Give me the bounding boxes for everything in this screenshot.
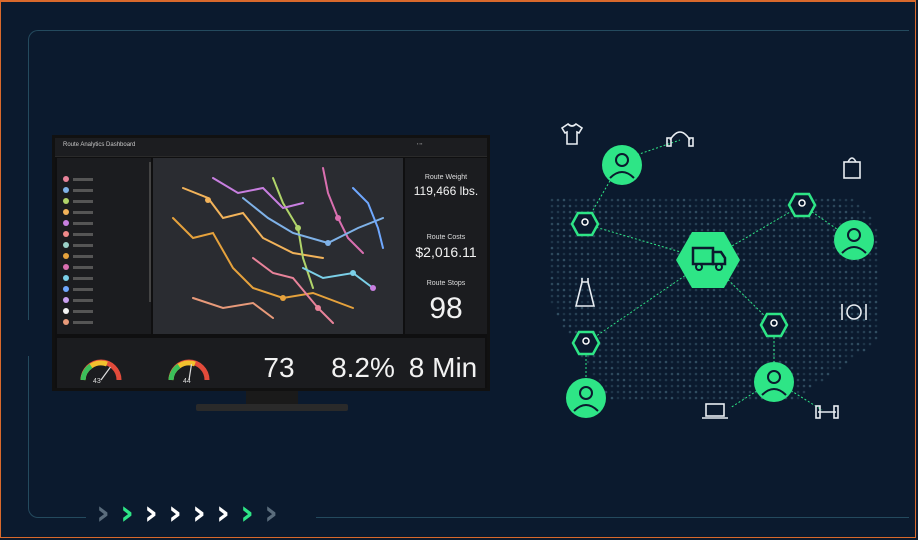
user-icon [566, 378, 606, 418]
dashboard-title: Route Analytics Dashboard [63, 142, 136, 148]
location-pin-icon [571, 330, 601, 356]
monitor: Route Analytics Dashboard ▪ ▪▪ Route Wei… [52, 135, 490, 391]
gauge-1-value: 43 [93, 378, 101, 385]
user-icon [602, 145, 642, 185]
legend-item[interactable] [63, 176, 103, 182]
legend-swatch [63, 209, 69, 215]
legend-label [73, 178, 93, 181]
legend-item[interactable] [63, 220, 103, 226]
legend-item[interactable] [63, 286, 103, 292]
gauge-2-value: 44 [183, 378, 191, 385]
shopping-bag-icon [843, 157, 861, 179]
kpi-label-route-weight: Route Weight [424, 174, 468, 181]
legend-swatch [63, 308, 69, 314]
network-graphic [550, 122, 878, 419]
legend-panel [57, 158, 151, 334]
bottom-metrics: 43 44 73 8.2% 8 Min [57, 338, 485, 388]
kpi-value-route-weight: 119,466 lbs. [413, 184, 479, 198]
legend-item[interactable] [63, 187, 103, 193]
dumbbell-icon [815, 405, 839, 419]
legend-label [73, 211, 93, 214]
legend-label [73, 233, 93, 236]
route-map[interactable] [153, 158, 403, 334]
laptop-icon [702, 403, 728, 419]
chevron-right-icon: › [264, 493, 279, 533]
legend-swatch [63, 264, 69, 270]
chevron-right-icon: › [96, 493, 111, 533]
chevron-right-icon: › [192, 493, 207, 533]
legend-item[interactable] [63, 242, 103, 248]
legend-swatch [63, 176, 69, 182]
monitor-stand-neck [246, 391, 298, 405]
kpi-value-route-stops: 98 [429, 292, 463, 325]
legend-label [73, 222, 93, 225]
user-icon [754, 362, 794, 402]
legend-item[interactable] [63, 231, 103, 237]
location-pin-icon [759, 312, 789, 338]
legend-swatch [63, 319, 69, 325]
kpi-value-route-costs: $2,016.11 [415, 244, 477, 260]
legend-label [73, 299, 93, 302]
kpi-label-route-stops: Route Stops [426, 280, 466, 287]
legend-label [73, 277, 93, 280]
legend-label [73, 255, 93, 258]
route-map-svg [172, 167, 384, 324]
legend-swatch [63, 253, 69, 259]
legend-item[interactable] [63, 198, 103, 204]
legend-item[interactable] [63, 275, 103, 281]
user-icon [834, 220, 874, 260]
chevron-right-icon: › [216, 493, 231, 533]
delivery-truck-icon [676, 232, 740, 288]
legend-label [73, 244, 93, 247]
metric-value-percent: 8.2% [331, 352, 395, 383]
legend-swatch [63, 187, 69, 193]
location-pin-icon [570, 211, 600, 237]
us-dot-map [550, 198, 878, 400]
shirt-icon [560, 122, 584, 145]
legend-swatch [63, 242, 69, 248]
legend-item[interactable] [63, 209, 103, 215]
frame-gap [20, 320, 40, 356]
metric-value-73: 73 [263, 352, 295, 383]
dress-icon [574, 278, 596, 307]
legend-swatch [63, 286, 69, 292]
dining-icon [841, 304, 867, 320]
legend-item[interactable] [63, 319, 103, 325]
chevron-right-icon: › [120, 493, 135, 533]
dashboard-header-info: ▪ ▪▪ [417, 141, 423, 146]
legend-label [73, 266, 93, 269]
chevron-right-icon: › [168, 493, 183, 533]
legend-swatch [63, 275, 69, 281]
legend-swatch [63, 198, 69, 204]
legend-label [73, 288, 93, 291]
dashboard-header: Route Analytics Dashboard ▪ ▪▪ [55, 138, 487, 157]
headphones-icon [666, 131, 694, 147]
legend-item[interactable] [63, 264, 103, 270]
kpi-panel: Route Weight 119,466 lbs. Route Costs $2… [405, 158, 487, 334]
legend-swatch [63, 220, 69, 226]
legend-item[interactable] [63, 308, 103, 314]
legend-swatch [63, 231, 69, 237]
legend-label [73, 310, 93, 313]
gauge-1 [80, 359, 122, 381]
location-pin-icon [787, 192, 817, 218]
legend-item[interactable] [63, 253, 103, 259]
legend-swatch [63, 297, 69, 303]
metric-value-minutes: 8 Min [408, 352, 478, 383]
chevron-right-icon: › [240, 493, 255, 533]
chevron-right-icon: › [144, 493, 159, 533]
legend-scrollbar[interactable] [149, 162, 151, 302]
legend-item[interactable] [63, 297, 103, 303]
monitor-stand-base [196, 404, 348, 411]
legend-label [73, 321, 93, 324]
kpi-label-route-costs: Route Costs [426, 234, 466, 241]
legend-label [73, 189, 93, 192]
legend-label [73, 200, 93, 203]
